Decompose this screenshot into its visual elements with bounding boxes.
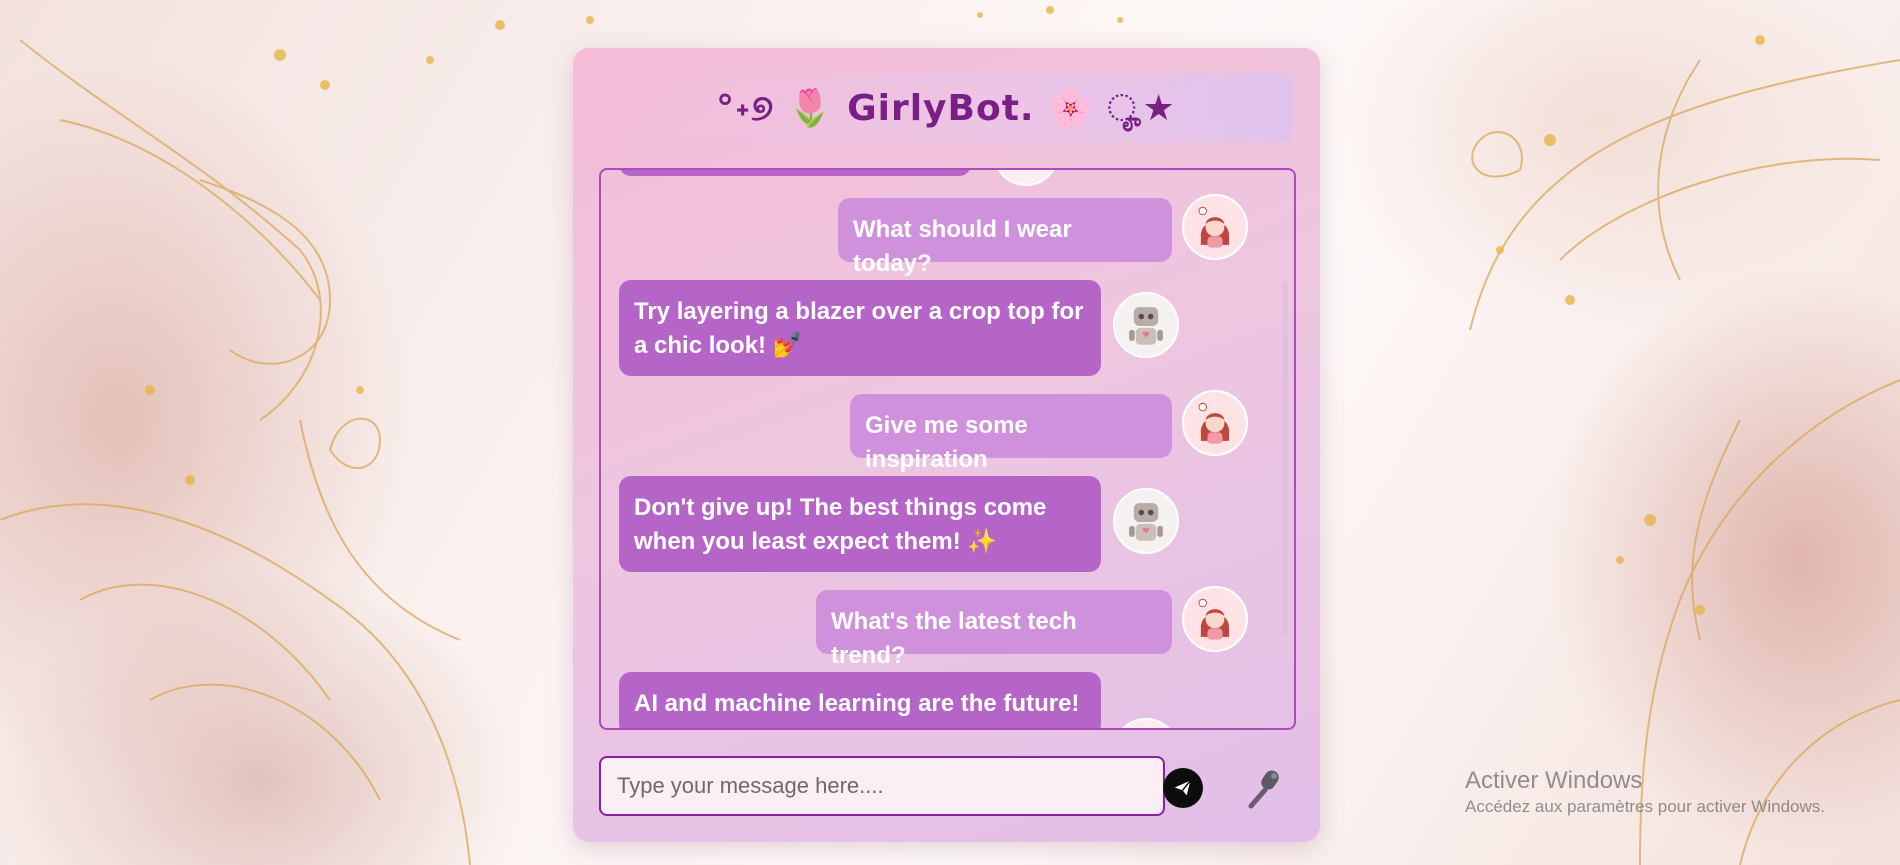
microphone-button[interactable] [1241,764,1289,812]
user-message: What's the latest tech trend? [816,590,1172,669]
message-input[interactable] [599,756,1165,816]
robot-avatar-icon [1113,292,1179,358]
chat-window: °˖୭ 🌷 GirlyBot. 🌸 ೄ★ What should I wear … [573,48,1320,842]
bot-message-partial [619,170,971,176]
app-title: °˖୭ 🌷 GirlyBot. 🌸 ೄ★ [716,87,1176,129]
user-message: Give me some inspiration [850,394,1172,473]
girl-avatar-icon [1182,390,1248,456]
microphone-icon [1248,770,1279,809]
bot-message: AI and machine learning are the future! [619,672,1101,728]
messages-container[interactable]: What should I wear today? Try layering a… [599,168,1296,730]
watermark-title: Activer Windows [1465,767,1643,794]
robot-avatar-icon [1113,488,1179,554]
robot-avatar-icon [993,170,1059,186]
girl-avatar-icon [1182,194,1248,260]
watermark-subtitle: Accédez aux paramètres pour activer Wind… [1465,797,1825,816]
bot-message: Don't give up! The best things come when… [619,476,1101,572]
scrollbar[interactable] [1282,282,1288,637]
girl-avatar-icon [1182,586,1248,652]
windows-activation-watermark: Activer Windows Accédez aux paramètres p… [1465,766,1825,818]
send-button[interactable] [1163,768,1203,808]
robot-avatar-icon [1113,718,1179,728]
user-message: What should I wear today? [838,198,1172,277]
bot-message: Try layering a blazer over a crop top fo… [619,280,1101,376]
send-icon [1174,780,1191,796]
chat-header: °˖୭ 🌷 GirlyBot. 🌸 ೄ★ [599,74,1293,142]
